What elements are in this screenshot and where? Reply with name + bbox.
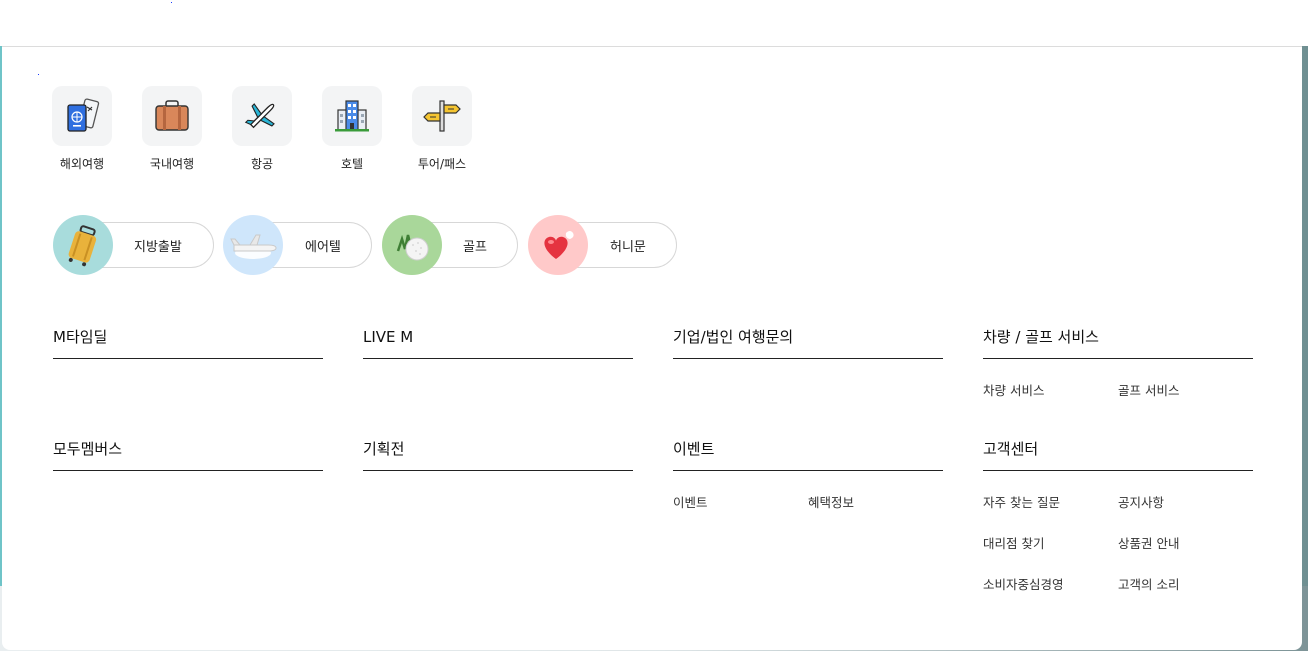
theme-label: 지방출발 <box>134 240 182 255</box>
section-customer-center: 고객센터 자주 찾는 질문 공지사항 대리점 찾기 상품권 안내 소비자중심경영… <box>983 440 1253 592</box>
all-menu-panel: 해외여행 국내여행 항공 호텔 투어/패스 지방출발 에어텔 골프 허니문 M타… <box>2 46 1302 650</box>
heart-image <box>528 215 588 275</box>
link-gift-card-info[interactable]: 상품권 안내 <box>1118 533 1179 552</box>
category-overseas-travel[interactable]: 해외여행 <box>47 86 117 172</box>
signpost-icon <box>412 86 472 146</box>
section-title[interactable]: 이벤트 <box>673 440 943 471</box>
link-notices[interactable]: 공지사항 <box>1118 492 1164 511</box>
theme-label: 허니문 <box>610 240 646 255</box>
section-live-m: LIVE M <box>363 328 633 359</box>
link-faq[interactable]: 자주 찾는 질문 <box>983 492 1060 511</box>
section-mtime-deal: M타임딜 <box>53 328 323 359</box>
section-exhibition: 기획전 <box>363 440 633 471</box>
category-label: 해외여행 <box>59 157 105 171</box>
hotel-building-icon <box>322 86 382 146</box>
theme-label: 에어텔 <box>305 240 341 255</box>
category-label: 투어/패스 <box>417 157 467 171</box>
section-corporate-inquiry: 기업/법인 여행문의 <box>673 328 943 359</box>
category-label: 국내여행 <box>149 157 195 171</box>
link-find-agency[interactable]: 대리점 찾기 <box>983 533 1044 552</box>
golf-ball-image <box>382 215 442 275</box>
section-title[interactable]: 기획전 <box>363 440 633 471</box>
section-title[interactable]: LIVE M <box>363 328 633 359</box>
passport-icon <box>52 86 112 146</box>
link-benefits[interactable]: 혜택정보 <box>808 492 854 511</box>
section-car-golf-service: 차량 / 골프 서비스 차량 서비스 골프 서비스 <box>983 328 1253 398</box>
section-title[interactable]: 기업/법인 여행문의 <box>673 328 943 359</box>
category-label: 항공 <box>250 157 274 171</box>
theme-honeymoon[interactable]: 허니문 <box>528 215 677 275</box>
section-title[interactable]: 모두멤버스 <box>53 440 323 471</box>
category-tour-pass[interactable]: 투어/패스 <box>407 86 477 172</box>
category-flight[interactable]: 항공 <box>227 86 297 172</box>
yellow-suitcase-image <box>53 215 113 275</box>
section-title[interactable]: M타임딜 <box>53 328 323 359</box>
link-car-service[interactable]: 차량 서비스 <box>983 380 1044 399</box>
section-title[interactable]: 고객센터 <box>983 440 1253 471</box>
airplane-icon <box>232 86 292 146</box>
link-event[interactable]: 이벤트 <box>673 492 708 511</box>
category-hotel[interactable]: 호텔 <box>317 86 387 172</box>
theme-airtel[interactable]: 에어텔 <box>223 215 372 275</box>
section-modu-members: 모두멤버스 <box>53 440 323 471</box>
stray-dot <box>38 74 39 75</box>
category-domestic-travel[interactable]: 국내여행 <box>137 86 207 172</box>
link-customer-voice[interactable]: 고객의 소리 <box>1118 574 1179 593</box>
suitcase-icon <box>142 86 202 146</box>
link-consumer-centered[interactable]: 소비자중심경영 <box>983 574 1064 593</box>
section-title[interactable]: 차량 / 골프 서비스 <box>983 328 1253 359</box>
theme-golf[interactable]: 골프 <box>382 215 518 275</box>
stray-dot <box>171 2 172 3</box>
theme-label: 골프 <box>463 240 487 255</box>
link-golf-service[interactable]: 골프 서비스 <box>1118 380 1179 399</box>
airplane-cloud-image <box>223 215 283 275</box>
section-event: 이벤트 이벤트 혜택정보 <box>673 440 943 510</box>
theme-regional-departure[interactable]: 지방출발 <box>53 215 214 275</box>
category-label: 호텔 <box>340 157 364 171</box>
